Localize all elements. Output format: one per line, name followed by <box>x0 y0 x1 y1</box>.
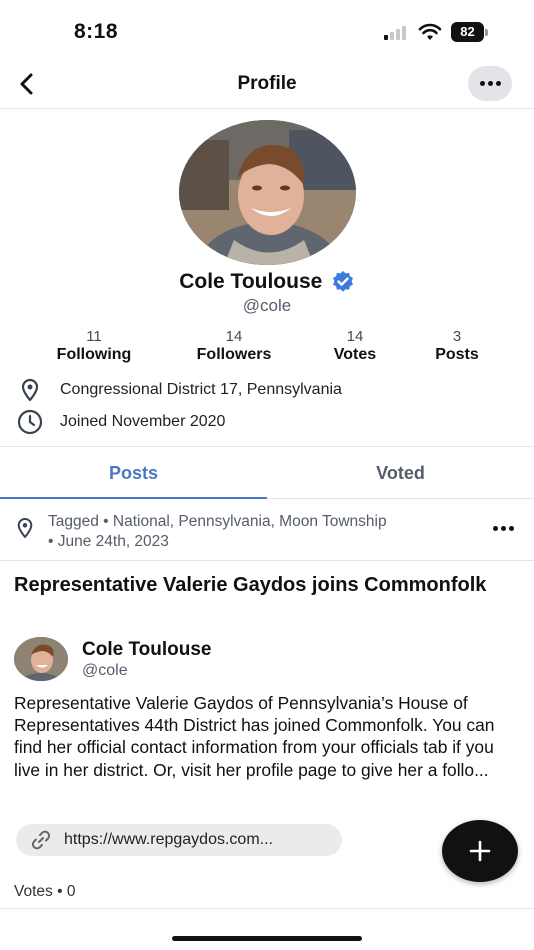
page-title: Profile <box>237 73 297 94</box>
profile-name: Cole Toulouse <box>179 270 323 293</box>
post-tags-line: Tagged • National, Pennsylvania, Moon To… <box>48 513 387 530</box>
status-bar: 8:18 82 <box>0 0 534 60</box>
post-votes: Votes • 0 <box>14 883 76 900</box>
tab-posts[interactable]: Posts <box>0 447 267 499</box>
nav-bar: Profile <box>0 60 534 109</box>
author-avatar[interactable] <box>14 637 68 681</box>
profile-handle: @cole <box>242 296 292 315</box>
profile-photo <box>179 120 356 265</box>
link-icon <box>30 829 52 851</box>
tab-voted[interactable]: Voted <box>267 447 534 499</box>
more-icon <box>479 81 501 86</box>
stat-count: 3 <box>452 328 462 345</box>
wifi-icon <box>418 23 442 40</box>
post-body[interactable]: Representative Valerie Gaydos of Pennsyl… <box>14 692 524 781</box>
location-row: Congressional District 17, Pennsylvania <box>16 377 342 403</box>
battery-level: 82 <box>451 22 484 42</box>
stat-count: 14 <box>225 328 243 345</box>
location-pin-icon <box>16 377 44 403</box>
more-options-button[interactable] <box>468 66 512 101</box>
author-handle: @cole <box>82 662 128 679</box>
plus-icon <box>469 840 491 862</box>
verified-icon <box>332 271 353 292</box>
divider <box>0 560 534 561</box>
stat-following[interactable]: 11 Following <box>29 328 159 364</box>
divider <box>0 908 534 909</box>
stat-label: Posts <box>435 346 479 363</box>
stat-posts[interactable]: 3 Posts <box>392 328 522 364</box>
stat-followers[interactable]: 14 Followers <box>169 328 299 364</box>
post-tag-row: Tagged • National, Pennsylvania, Moon To… <box>14 510 520 560</box>
home-indicator[interactable] <box>172 936 362 941</box>
clock-icon <box>16 409 44 435</box>
profile-stats: 11 Following 14 Followers 14 Votes 3 Pos… <box>0 328 534 368</box>
stat-label: Followers <box>196 346 272 363</box>
post-tags: Tagged • National, Pennsylvania, Moon To… <box>48 512 488 552</box>
joined-row: Joined November 2020 <box>16 409 225 435</box>
location-text: Congressional District 17, Pennsylvania <box>60 381 342 398</box>
post-more-button[interactable] <box>493 526 514 531</box>
author-photo <box>14 637 68 681</box>
author-name[interactable]: Cole Toulouse <box>82 639 211 661</box>
link-url: https://www.repgaydos.com... <box>64 831 273 848</box>
location-pin-icon <box>16 517 34 544</box>
post-date: • June 24th, 2023 <box>48 533 169 550</box>
stat-label: Following <box>56 346 132 363</box>
post-title[interactable]: Representative Valerie Gaydos joins Comm… <box>14 572 514 598</box>
more-icon <box>493 526 514 531</box>
profile-avatar[interactable] <box>179 120 356 265</box>
profile-name-row: Cole Toulouse <box>0 270 534 294</box>
stat-count: 11 <box>86 328 102 345</box>
new-post-button[interactable] <box>442 820 518 882</box>
status-time: 8:18 <box>74 20 119 43</box>
signal-icon <box>384 26 410 40</box>
profile-tabs: Posts Voted <box>0 446 534 499</box>
link-chip[interactable]: https://www.repgaydos.com... <box>16 824 342 856</box>
battery-icon: 82 <box>451 22 489 42</box>
joined-text: Joined November 2020 <box>60 413 226 430</box>
